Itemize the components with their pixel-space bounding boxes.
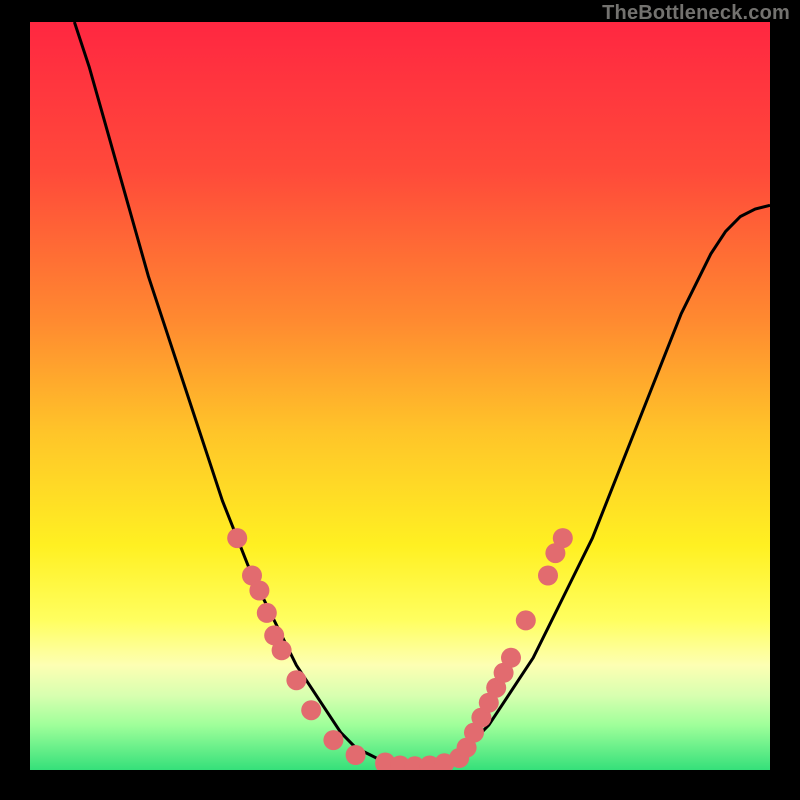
chart-root: TheBottleneck.com <box>0 0 800 800</box>
data-dot <box>538 566 558 586</box>
data-dot <box>249 581 269 601</box>
plot-background <box>30 22 770 770</box>
data-dot <box>346 745 366 765</box>
data-dot <box>501 648 521 668</box>
data-dot <box>553 528 573 548</box>
data-dot <box>257 603 277 623</box>
attribution-text: TheBottleneck.com <box>602 2 790 25</box>
data-dot <box>227 528 247 548</box>
data-dot <box>272 640 292 660</box>
data-dot <box>323 730 343 750</box>
chart-canvas <box>0 0 800 800</box>
data-dot <box>516 610 536 630</box>
data-dot <box>301 700 321 720</box>
data-dot <box>286 670 306 690</box>
